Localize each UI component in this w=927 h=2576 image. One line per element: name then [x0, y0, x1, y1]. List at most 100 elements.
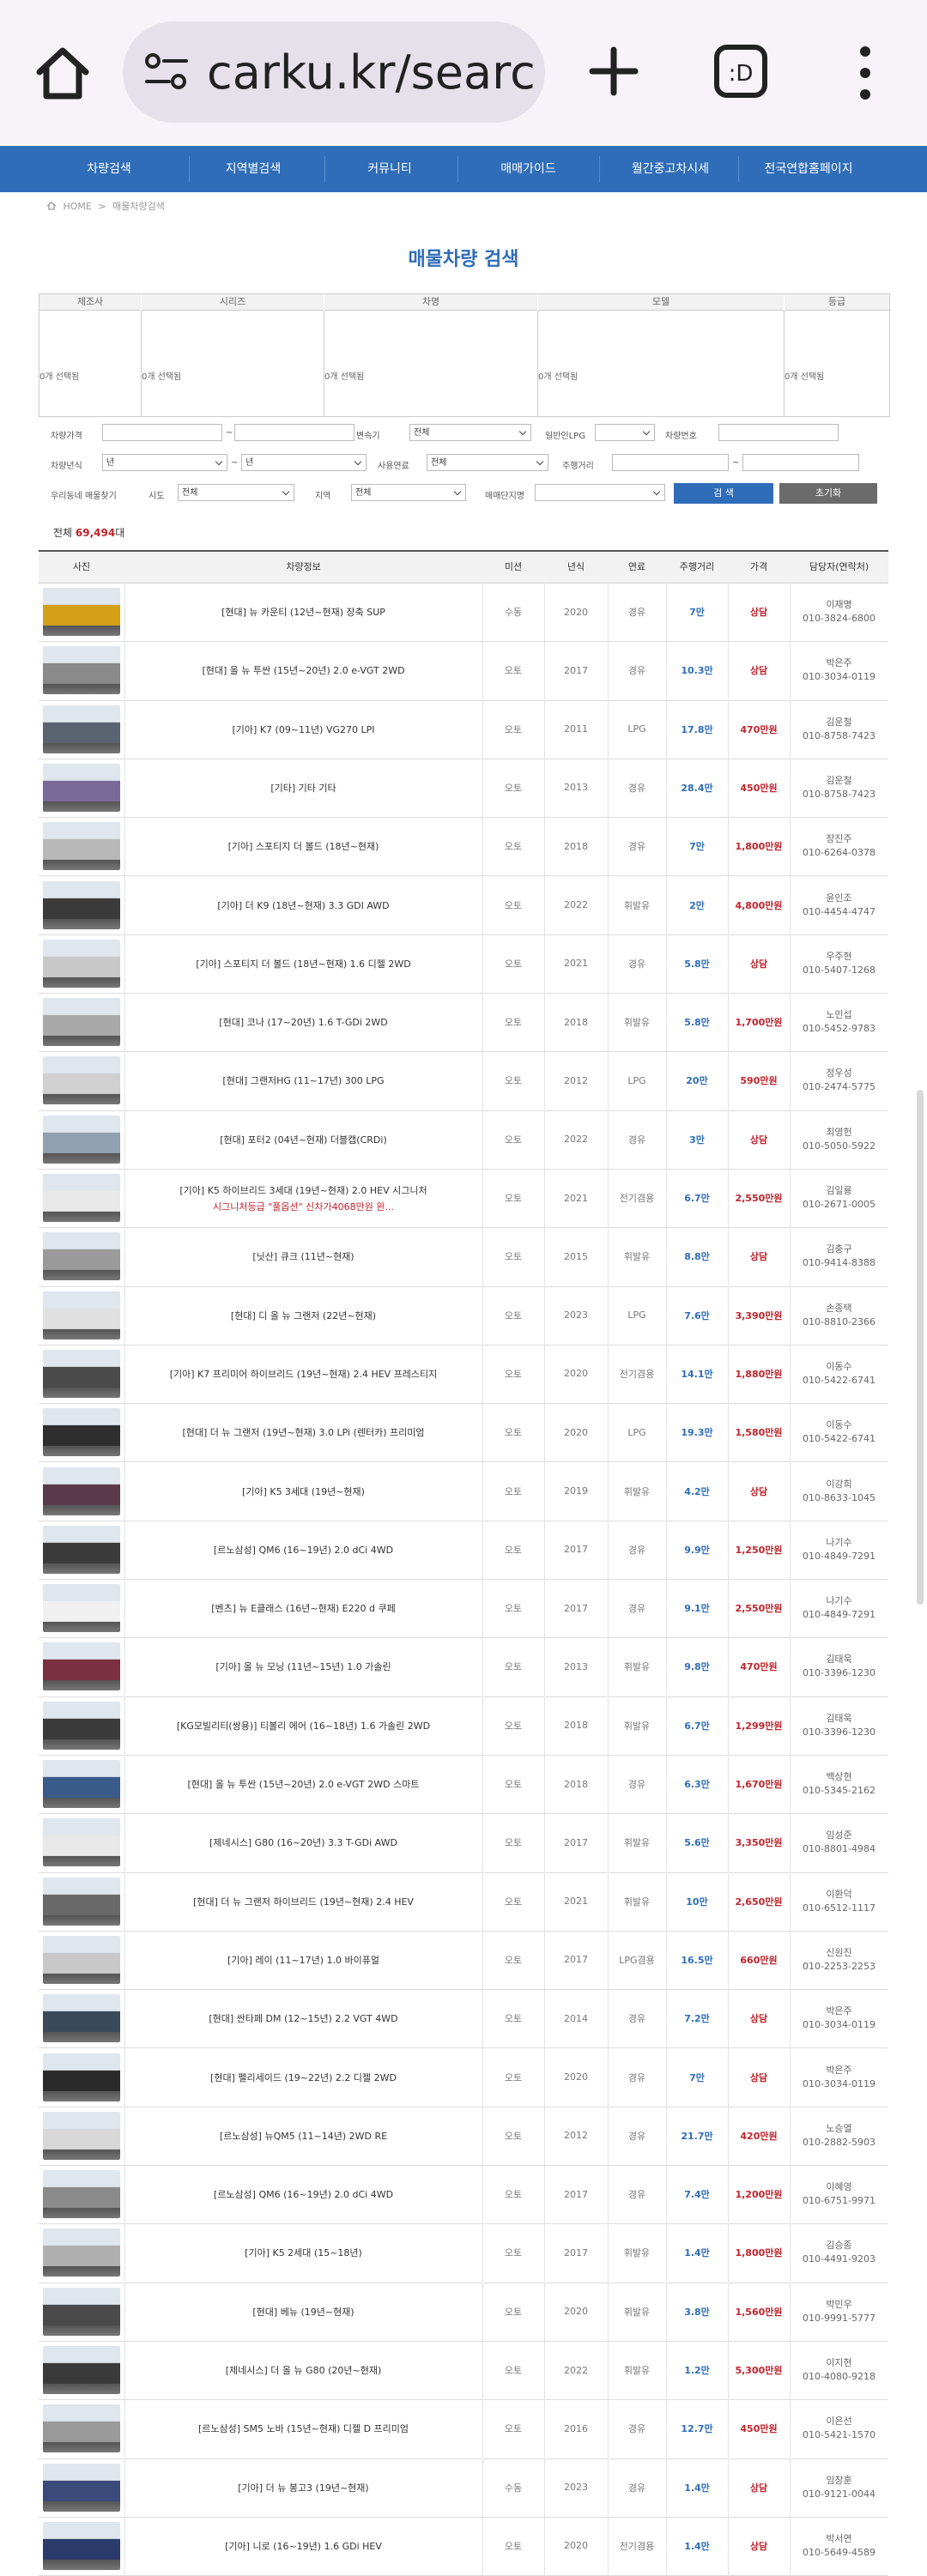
car-info-cell[interactable]: [현대] 올 뉴 투싼 (15년~20년) 2.0 e-VGT 2WD — [124, 641, 482, 699]
dealer-phone[interactable]: 010-3034-0119 — [803, 2077, 876, 2091]
dealer-phone[interactable]: 010-8758-7423 — [803, 729, 876, 743]
car-info[interactable]: [기타] 기타 기타 — [270, 781, 336, 795]
dealer-phone[interactable]: 010-5422-6741 — [803, 1374, 876, 1388]
new-tab-icon[interactable] — [584, 41, 644, 101]
car-name[interactable]: [현대] 베뉴 (19년~현재) — [252, 2305, 354, 2319]
dealer-phone[interactable]: 010-3034-0119 — [803, 670, 876, 684]
price-min-input[interactable] — [102, 424, 222, 441]
car-info[interactable]: [기아] K7 프리미어 하이브리드 (19년~현재) 2.4 HEV 프레스티… — [170, 1367, 438, 1381]
car-info[interactable]: [기아] K5 2세대 (15~18년) — [245, 2246, 362, 2259]
car-photo[interactable] — [43, 1115, 120, 1164]
car-promo-text[interactable]: 시그니처등급 "풀옵션" 신차가4068만원 완... — [179, 1200, 427, 1213]
dealer-phone[interactable]: 010-3034-0119 — [803, 2018, 876, 2032]
car-info[interactable]: [제네시스] G80 (16~20년) 3.3 T-GDi AWD — [209, 1835, 397, 1849]
table-row[interactable]: [현대] 더 뉴 그랜저 하이브리드 (19년~현재) 2.4 HEV 오토 202… — [39, 1872, 888, 1932]
car-info-cell[interactable]: [제네시스] 더 올 뉴 G80 (20년~현재) — [124, 2341, 482, 2399]
car-info-cell[interactable]: [기아] K5 3세대 (19년~현재) — [124, 1462, 482, 1521]
car-photo[interactable] — [43, 646, 120, 695]
car-name[interactable]: [기아] 스포티지 더 볼드 (18년~현재) — [228, 839, 379, 853]
car-info-cell[interactable]: [현대] 올 뉴 투싼 (15년~20년) 2.0 e-VGT 2WD 스마트 — [124, 1755, 482, 1813]
maker-list[interactable]: 0개 선택됨 — [39, 311, 142, 416]
car-photo[interactable] — [43, 822, 120, 871]
table-row[interactable]: [기아] 스포티지 더 볼드 (18년~현재) 1.6 디젤 2WD 오토 2021… — [39, 934, 888, 995]
car-info-cell[interactable]: [현대] 디 올 뉴 그랜저 (22년~현재) — [124, 1286, 482, 1345]
table-row[interactable]: [제네시스] G80 (16~20년) 3.3 T-GDi AWD 오토 2017 휘… — [39, 1813, 888, 1873]
dealer-phone[interactable]: 010-9991-5777 — [803, 2312, 876, 2325]
car-photo[interactable] — [43, 588, 120, 636]
car-info-cell[interactable]: [기아] K5 하이브리드 3세대 (19년~현재) 2.0 HEV 시그니처 시… — [124, 1169, 482, 1227]
car-name[interactable]: [르노삼성] 뉴QM5 (11~14년) 2WD RE — [220, 2129, 387, 2143]
dealer-phone[interactable]: 010-3824-6800 — [803, 612, 876, 626]
car-photo[interactable] — [43, 1760, 120, 1808]
page-scrollbar[interactable] — [917, 1090, 924, 1605]
car-photo[interactable] — [43, 939, 120, 988]
car-info-cell[interactable]: [기아] K5 2세대 (15~18년) — [124, 2223, 482, 2282]
car-info[interactable]: [르노삼성] QM6 (16~19년) 2.0 dCi 4WD — [214, 1543, 393, 1557]
grade-list[interactable]: 0개 선택됨 — [785, 311, 889, 416]
car-info[interactable]: [현대] 올 뉴 투싼 (15년~20년) 2.0 e-VGT 2WD 스마트 — [188, 1777, 420, 1791]
car-info-cell[interactable]: [닛산] 큐크 (11년~현재) — [124, 1227, 482, 1285]
car-photo[interactable] — [43, 1877, 120, 1926]
car-info-cell[interactable]: [기아] 더 K9 (18년~현재) 3.3 GDI AWD — [124, 876, 482, 934]
car-info-cell[interactable]: [기타] 기타 기타 — [124, 759, 482, 817]
car-info[interactable]: [현대] 디 올 뉴 그랜저 (22년~현재) — [231, 1309, 376, 1322]
car-name[interactable]: [현대] 뉴 카운티 (12년~현재) 장축 SUP — [221, 605, 385, 619]
car-photo[interactable] — [43, 1642, 120, 1691]
car-photo[interactable] — [43, 2170, 120, 2219]
car-photo[interactable] — [43, 1291, 120, 1339]
car-info-cell[interactable]: [르노삼성] 뉴QM5 (11~14년) 2WD RE — [124, 2107, 482, 2165]
car-name[interactable]: [기타] 기타 기타 — [270, 781, 336, 795]
car-photo[interactable] — [43, 1466, 120, 1515]
table-row[interactable]: [기아] 레이 (11~17년) 1.0 바이퓨얼 오토 2017 LPG겸용 16.5… — [39, 1930, 888, 1991]
car-info-cell[interactable]: [기아] 니로 (16~19년) 1.6 GDi HEV — [124, 2517, 482, 2575]
car-info[interactable]: [기아] 스포티지 더 볼드 (18년~현재) 1.6 디젤 2WD — [196, 957, 410, 971]
table-row[interactable]: [현대] 더 뉴 그랜저 (19년~현재) 3.0 LPi (렌터카) 프리미엄… — [39, 1403, 888, 1463]
dealer-phone[interactable]: 010-6512-1117 — [803, 1902, 876, 1915]
dealer-phone[interactable]: 010-8758-7423 — [803, 788, 876, 801]
car-name[interactable]: [제네시스] 더 올 뉴 G80 (20년~현재) — [226, 2363, 382, 2377]
car-info[interactable]: [기아] K5 3세대 (19년~현재) — [242, 1485, 365, 1498]
car-info-cell[interactable]: [현대] 더 뉴 그랜저 하이브리드 (19년~현재) 2.4 HEV — [124, 1872, 482, 1931]
address-bar[interactable]: carku.kr/search — [123, 21, 545, 123]
car-info-cell[interactable]: [현대] 포터2 (04년~현재) 더블캡(CRDi) — [124, 1110, 482, 1169]
dealer-phone[interactable]: 010-4454-4747 — [803, 905, 876, 919]
dealer-phone[interactable]: 010-5407-1268 — [803, 964, 876, 977]
home-icon[interactable] — [33, 43, 93, 103]
dealer-phone[interactable]: 010-8810-2366 — [803, 1315, 876, 1329]
car-name[interactable]: [기아] K7 (09~11년) VG270 LPI — [233, 723, 375, 736]
car-info-cell[interactable]: [기아] 스포티지 더 볼드 (18년~현재) — [124, 817, 482, 875]
nav-item-union-homepage[interactable]: 전국연합홈페이지 — [738, 146, 879, 192]
car-photo[interactable] — [43, 704, 120, 753]
table-row[interactable]: [현대] 그랜저HG (11~17년) 300 LPG 오토 2012 LPG 20만 5… — [39, 1051, 888, 1111]
dealer-phone[interactable]: 010-9414-8388 — [803, 1256, 876, 1270]
car-name[interactable]: [현대] 올 뉴 투싼 (15년~20년) 2.0 e-VGT 2WD — [202, 663, 404, 677]
fuel-select[interactable]: 전체 — [427, 454, 548, 471]
car-info[interactable]: [르노삼성] SM5 노바 (15년~현재) 디젤 D 프리미엄 — [198, 2422, 409, 2435]
tab-switcher-icon[interactable]: :D — [712, 43, 769, 100]
mileage-max-input[interactable] — [742, 454, 859, 471]
car-photo[interactable] — [43, 2404, 120, 2453]
car-info-cell[interactable]: [현대] 싼타페 DM (12~15년) 2.2 VGT 4WD — [124, 1989, 482, 2047]
car-info-cell[interactable]: [기아] K7 (09~11년) VG270 LPI — [124, 700, 482, 759]
nav-item-region-search[interactable]: 지역별검색 — [189, 146, 318, 192]
car-photo[interactable] — [43, 1408, 120, 1457]
car-photo[interactable] — [43, 1584, 120, 1633]
car-info-cell[interactable]: [현대] 코나 (17~20년) 1.6 T-GDi 2WD — [124, 993, 482, 1051]
car-name[interactable]: [닛산] 큐크 (11년~현재) — [252, 1249, 354, 1263]
area-select[interactable]: 전체 — [351, 484, 466, 501]
table-row[interactable]: [르노삼성] SM5 노바 (15년~현재) 디젤 D 프리미엄 오토 2016 경유… — [39, 2399, 888, 2459]
car-info[interactable]: [기아] 더 K9 (18년~현재) 3.3 GDI AWD — [217, 898, 389, 912]
car-name[interactable]: [현대] 싼타페 DM (12~15년) 2.2 VGT 4WD — [209, 2011, 397, 2025]
dealer-phone[interactable]: 010-5050-5922 — [803, 1140, 876, 1153]
dealer-phone[interactable]: 010-3396-1230 — [803, 1666, 876, 1680]
dealer-phone[interactable]: 010-8801-4984 — [803, 1842, 876, 1856]
home-icon[interactable] — [46, 202, 57, 210]
car-name[interactable]: [제네시스] G80 (16~20년) 3.3 T-GDi AWD — [209, 1835, 397, 1849]
table-row[interactable]: [기아] 더 뉴 봉고3 (19년~현재) 수동 2023 경유 1.4만 상담 임창훈 01… — [39, 2458, 888, 2518]
car-photo[interactable] — [43, 2053, 120, 2101]
car-name[interactable]: [기아] K7 프리미어 하이브리드 (19년~현재) 2.4 HEV 프레스티… — [170, 1367, 438, 1381]
table-row[interactable]: [닛산] 큐크 (11년~현재) 오토 2015 휘발유 8.8만 상담 김충구 010-94… — [39, 1227, 888, 1287]
car-info-cell[interactable]: [기아] 올 뉴 모닝 (11년~15년) 1.0 가솔린 — [124, 1637, 482, 1696]
car-info[interactable]: [현대] 더 뉴 그랜저 (19년~현재) 3.0 LPi (렌터카) 프리미엄 — [182, 1425, 424, 1439]
table-row[interactable]: [KG모빌리티(쌍용)] 티볼리 에어 (16~18년) 1.6 가솔린 2WD… — [39, 1696, 888, 1756]
